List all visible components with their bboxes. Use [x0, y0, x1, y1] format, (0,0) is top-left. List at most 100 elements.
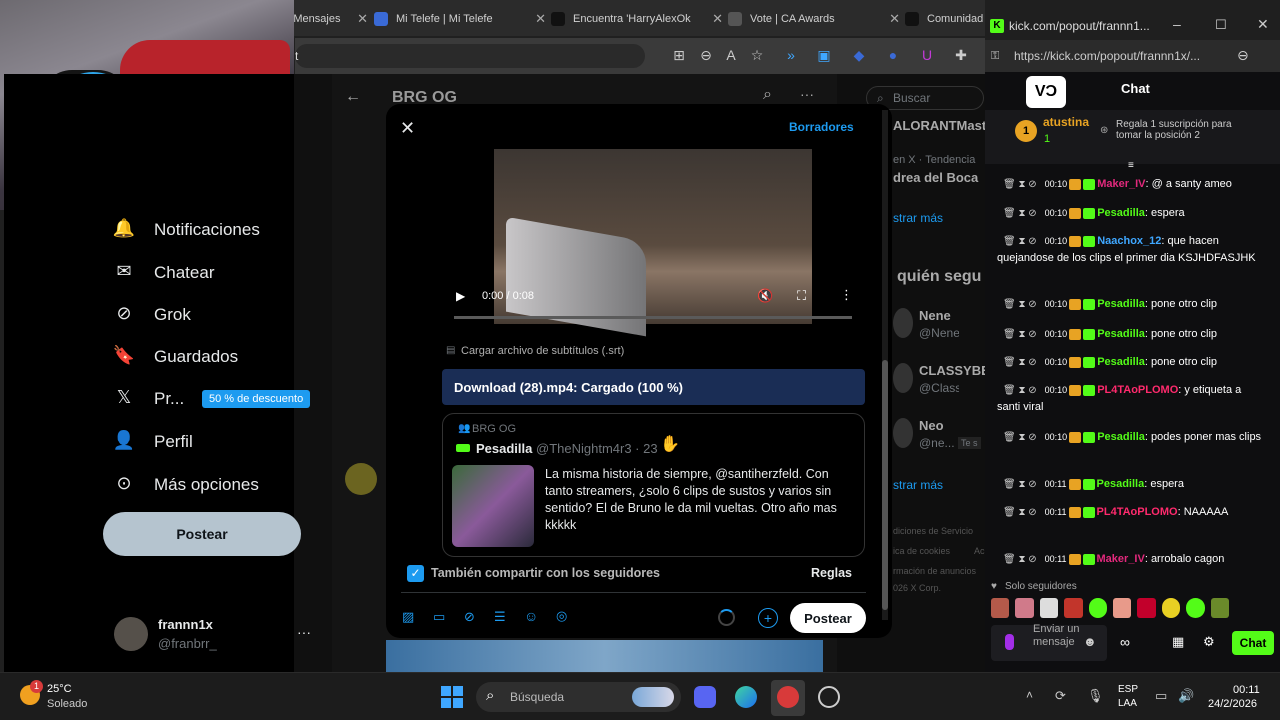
clock-date[interactable]: 24/2/2026	[1208, 698, 1257, 710]
profile-more-icon[interactable]: ···	[297, 624, 311, 640]
emoji-icon[interactable]: ☺	[524, 608, 538, 624]
video-menu-icon[interactable]: ⋮	[840, 287, 853, 303]
moderation-icons[interactable]: 🗑 ⧗ ⊘	[1003, 299, 1037, 310]
chevron-up-icon[interactable]: ˄	[1026, 688, 1033, 702]
close-icon[interactable]: ✕	[400, 118, 415, 139]
nav-item[interactable]: ⊙ Más opciones	[112, 473, 258, 497]
upload-subtitles-link[interactable]: Cargar archivo de subtítulos (.srt)	[461, 345, 624, 357]
microphone-icon[interactable]: 🎙	[1087, 688, 1104, 704]
avatar[interactable]	[893, 308, 913, 338]
emoji-icon[interactable]: ☻	[1083, 634, 1097, 649]
volume-icon[interactable]: 🔊	[1178, 688, 1194, 704]
taskbar-search[interactable]: ⌕ Búsqueda	[476, 682, 681, 712]
gif-icon[interactable]: ▭	[433, 609, 445, 625]
nav-item[interactable]: 🔔 Notificaciones	[112, 218, 260, 242]
browser-tab[interactable]: Mi Telefe | Mi Telefe ✕	[374, 4, 546, 34]
close-tab-icon[interactable]: ✕	[712, 11, 723, 27]
edge-icon[interactable]	[735, 686, 757, 708]
message-user[interactable]: Pesadilla	[1097, 298, 1145, 310]
moderation-icons[interactable]: 🗑 ⧗ ⊘	[1003, 208, 1037, 219]
rules-link[interactable]: Reglas	[811, 566, 852, 580]
extensions-puzzle-icon[interactable]: ✚	[952, 47, 970, 65]
extension-icon[interactable]: U	[918, 47, 936, 65]
browser-tab[interactable]: Encuentra 'HarryAlexOk ✕	[551, 4, 723, 34]
fullscreen-icon[interactable]: ⛶	[797, 288, 806, 304]
clock-time[interactable]: 00:11	[1233, 684, 1260, 696]
close-tab-icon[interactable]: ✕	[357, 11, 368, 27]
sync-icon[interactable]: ⟳	[1055, 688, 1066, 704]
language-layout[interactable]: LAA	[1118, 698, 1137, 709]
drafts-button[interactable]: Borradores	[789, 120, 854, 134]
suggested-user-name[interactable]: Neo	[919, 418, 944, 433]
zoom-icon[interactable]: ⊖	[697, 47, 715, 65]
browser-tab[interactable]: Vote | CA Awards ✕	[728, 4, 900, 34]
emote-icon[interactable]	[991, 598, 1010, 618]
emote-icon[interactable]	[1088, 598, 1108, 618]
footer-link[interactable]: rmación de anuncios	[893, 566, 976, 576]
url-field[interactable]: t	[295, 44, 645, 68]
message-user[interactable]: Pesadilla	[1097, 356, 1145, 368]
emote-icon[interactable]	[1039, 598, 1059, 618]
video-progress-bar[interactable]	[454, 316, 852, 319]
discord-icon[interactable]	[694, 686, 716, 708]
footer-link[interactable]: Ac	[974, 546, 985, 556]
moderation-icons[interactable]: 🗑 ⧗ ⊘	[1003, 479, 1037, 490]
moderation-icons[interactable]: 🗑 ⧗ ⊘	[1003, 179, 1037, 190]
nav-item[interactable]: 👤 Perfil	[112, 430, 193, 454]
send-chat-button[interactable]: Chat	[1232, 631, 1274, 655]
share-followers-checkbox[interactable]: ✓	[407, 565, 424, 582]
emote-icon[interactable]	[1137, 598, 1156, 618]
message-user[interactable]: PL4TAoPLOMO	[1097, 384, 1178, 396]
emote-icon[interactable]	[1210, 598, 1230, 618]
obs-icon[interactable]	[818, 686, 840, 708]
scrollbar-thumb[interactable]	[882, 360, 888, 610]
location-icon[interactable]: ◎	[556, 608, 567, 624]
kick-url[interactable]: https://kick.com/popout/frannn1x/...	[1014, 49, 1200, 63]
search-icon[interactable]: ⌕	[763, 86, 772, 104]
footer-link[interactable]: ica de cookies	[893, 546, 950, 556]
nav-item[interactable]: ⊘ Grok	[112, 303, 190, 327]
grok-icon[interactable]: ⊘	[464, 609, 475, 625]
post-button[interactable]: Postear	[103, 512, 301, 556]
zoom-icon[interactable]: ⊖	[1237, 47, 1249, 64]
trend-title[interactable]: ALORANTMast	[893, 118, 986, 133]
emote-icon[interactable]	[1186, 598, 1205, 618]
message-user[interactable]: Maker_IV	[1097, 553, 1145, 565]
nav-item[interactable]: 🔖 Guardados	[112, 345, 238, 369]
suggested-user-name[interactable]: CLASSYBE	[919, 363, 990, 378]
media-icon[interactable]: ▨	[402, 609, 414, 625]
moderation-icons[interactable]: 🗑 ⧗ ⊘	[1003, 554, 1037, 565]
suggested-user-name[interactable]: Nene	[919, 308, 951, 323]
emote-icon[interactable]	[1161, 598, 1181, 618]
emote-icon[interactable]	[1064, 598, 1083, 618]
moderation-icons[interactable]: 🗑 ⧗ ⊘	[1003, 236, 1037, 247]
avatar[interactable]	[893, 418, 913, 448]
message-user[interactable]: Pesadilla	[1097, 207, 1145, 219]
play-icon[interactable]: ▶	[456, 289, 465, 303]
microphone-icon[interactable]	[1005, 634, 1014, 650]
message-user[interactable]: Naachox_12	[1097, 235, 1161, 247]
extension-icon[interactable]: »	[782, 47, 800, 65]
post-submit-button[interactable]: Postear	[790, 603, 866, 633]
message-user[interactable]: Pesadilla	[1097, 478, 1145, 490]
emote-icon[interactable]	[1015, 598, 1034, 618]
moderation-icons[interactable]: 🗑 ⧗ ⊘	[1003, 432, 1037, 443]
loop-icon[interactable]: ∞	[1120, 634, 1130, 650]
message-user[interactable]: PL4TAoPLOMO	[1097, 506, 1178, 518]
close-icon[interactable]: ✕	[1257, 16, 1269, 33]
collapse-icon[interactable]: ≡	[1128, 160, 1134, 171]
avatar[interactable]	[114, 617, 148, 651]
network-icon[interactable]: ▭	[1155, 688, 1167, 704]
screenshot-icon[interactable]: ▣	[815, 47, 833, 65]
windows-start-icon[interactable]	[441, 686, 463, 708]
extension-icon[interactable]: ◆	[850, 47, 868, 65]
maximize-icon[interactable]: ☐	[1215, 17, 1227, 33]
show-more-link[interactable]: strar más	[893, 211, 943, 225]
poll-icon[interactable]: ☰	[494, 609, 506, 625]
close-tab-icon[interactable]: ✕	[535, 11, 546, 27]
nav-item[interactable]: ✉ Chatear	[112, 261, 214, 285]
extension-icon[interactable]: ●	[884, 47, 902, 65]
read-aloud-icon[interactable]: A	[722, 47, 740, 65]
moderation-icons[interactable]: 🗑 ⧗ ⊘	[1003, 507, 1037, 518]
app-icon[interactable]	[777, 686, 799, 708]
